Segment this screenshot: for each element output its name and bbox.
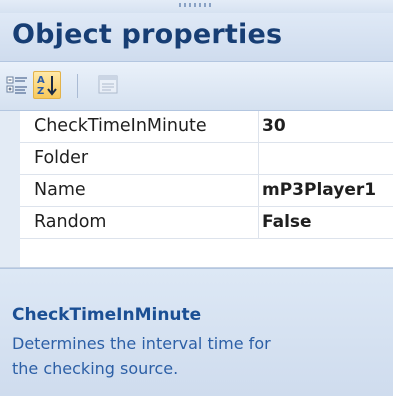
property-pages-icon: [98, 75, 118, 94]
property-row-checktimeinminute[interactable]: CheckTimeInMinute 30: [20, 111, 393, 143]
column-divider[interactable]: [258, 175, 259, 207]
property-row-name[interactable]: Name mP3Player1: [20, 175, 393, 207]
panel-title: Object properties: [12, 19, 283, 50]
column-divider[interactable]: [258, 111, 259, 143]
description-pane: CheckTimeInMinute Determines the interva…: [0, 268, 393, 396]
alphabetical-sort-button[interactable]: A Z: [33, 71, 61, 99]
property-pages-button[interactable]: [94, 71, 122, 99]
property-grid: CheckTimeInMinute 30 Folder Name mP3Play…: [0, 111, 393, 268]
column-divider[interactable]: [258, 207, 259, 239]
description-title: CheckTimeInMinute: [12, 305, 202, 325]
column-divider[interactable]: [258, 143, 259, 175]
property-name: Random: [34, 212, 107, 232]
grip-dots: [179, 3, 213, 7]
categorized-view-button[interactable]: [3, 71, 31, 99]
categorized-view-icon: [6, 76, 27, 94]
grid-left-margin: [0, 111, 20, 267]
property-toolbar: A Z: [0, 62, 393, 111]
panel-resize-grip[interactable]: [0, 0, 393, 13]
property-name: Folder: [34, 148, 89, 168]
toolbar-separator: [77, 74, 78, 98]
property-row-folder[interactable]: Folder: [20, 143, 393, 175]
property-name: Name: [34, 180, 86, 200]
property-value[interactable]: mP3Player1: [262, 180, 376, 200]
svg-text:Z: Z: [37, 86, 44, 97]
property-name: CheckTimeInMinute: [34, 116, 207, 136]
svg-text:A: A: [37, 75, 45, 86]
property-value[interactable]: False: [262, 212, 312, 232]
description-text: Determines the interval time for the che…: [12, 334, 271, 378]
property-row-random[interactable]: Random False: [20, 207, 393, 239]
property-value[interactable]: 30: [262, 116, 286, 136]
sort-az-icon: A Z: [37, 75, 57, 97]
panel-header: Object properties: [0, 13, 393, 62]
grid-empty-area: [20, 239, 393, 267]
